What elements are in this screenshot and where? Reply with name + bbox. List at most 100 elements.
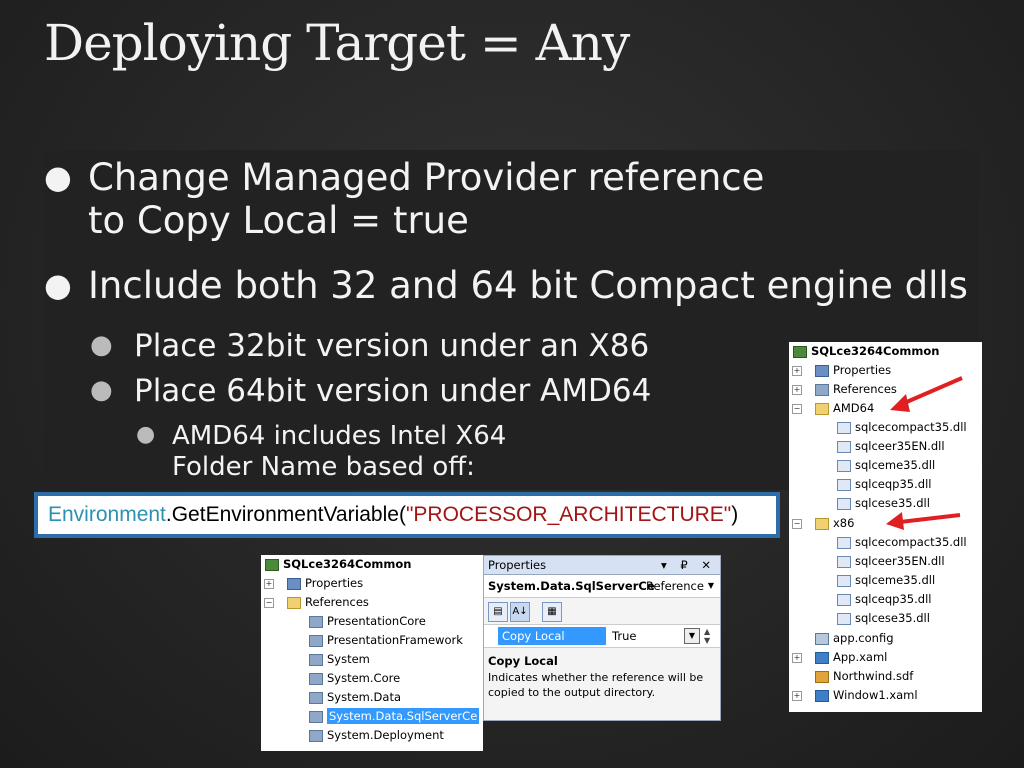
dll-icon — [837, 459, 851, 472]
sub-sub-bullet: ● AMD64 includes Intel X64 Folder Name b… — [136, 421, 507, 483]
tree-folder-x86[interactable]: x86 — [815, 514, 854, 533]
sub-bullet-text: Place 32bit version under an X86 — [134, 328, 650, 364]
properties-icon — [287, 577, 301, 590]
folder-icon — [815, 402, 829, 415]
csharp-project-icon — [793, 345, 807, 358]
tree-item[interactable]: Northwind.sdf — [815, 667, 913, 686]
properties-window: Properties ▾ ₽ ✕ System.Data.SqlServerCe… — [483, 555, 721, 721]
config-file-icon — [815, 632, 829, 645]
sub-sub-bullet-line1: AMD64 includes Intel X64 — [172, 421, 507, 451]
reference-icon — [309, 615, 323, 628]
object-selector[interactable]: System.Data.SqlServerCe Reference ▼ — [484, 575, 720, 598]
properties-icon — [815, 364, 829, 377]
bullet-text-line2: to Copy Local = true — [88, 199, 469, 242]
reference-icon — [309, 672, 323, 685]
sub-bullet-x86: ● Place 32bit version under an X86 — [90, 328, 650, 364]
collapse-icon[interactable]: − — [792, 519, 802, 529]
tree-item[interactable]: Properties — [287, 574, 363, 593]
bullet-dot-icon: ● — [136, 422, 156, 447]
tree-item[interactable]: System.Data — [309, 688, 401, 707]
bullet-include-dlls: ● Include both 32 and 64 bit Compact eng… — [44, 264, 968, 307]
tree-item[interactable]: System.Core — [309, 669, 400, 688]
code-snippet: Environment.GetEnvironmentVariable("PROC… — [34, 492, 780, 538]
dll-icon — [837, 478, 851, 491]
bullet-dot-icon: ● — [90, 375, 113, 405]
property-name: Copy Local — [498, 627, 606, 645]
scroll-arrows-icon[interactable]: ▲ ▼ — [704, 627, 710, 645]
bullet-text-line1: Change Managed Provider reference — [88, 156, 765, 199]
code-class: Environment — [48, 503, 166, 526]
bullet-dot-icon: ● — [90, 330, 113, 360]
tree-item[interactable]: PresentationFramework — [309, 631, 463, 650]
reference-icon — [309, 691, 323, 704]
window-controls[interactable]: ▾ ₽ ✕ — [661, 556, 716, 574]
dll-icon — [837, 421, 851, 434]
description-title: Copy Local — [488, 654, 558, 668]
property-value: True — [612, 629, 637, 643]
xaml-file-icon — [815, 651, 829, 664]
database-icon — [815, 670, 829, 683]
dll-icon — [837, 440, 851, 453]
dropdown-icon[interactable]: ▼ — [684, 628, 700, 644]
red-arrow-icon — [886, 512, 961, 530]
tree-item[interactable]: PresentationCore — [309, 612, 426, 631]
properties-title-bar: Properties ▾ ₽ ✕ — [484, 556, 720, 575]
tree-item[interactable]: System.Deployment — [309, 726, 444, 745]
dll-icon — [837, 574, 851, 587]
xaml-file-icon — [815, 689, 829, 702]
reference-icon — [309, 729, 323, 742]
tree-item[interactable]: app.config — [815, 629, 894, 648]
folder-icon — [287, 596, 301, 609]
tree-project[interactable]: SQLce3264Common — [265, 555, 411, 574]
tree-item[interactable]: sqlcecompact35.dll — [837, 533, 967, 552]
chevron-down-icon: ▼ — [707, 581, 714, 590]
slide-title: Deploying Target = Any — [44, 14, 630, 72]
expand-icon[interactable]: + — [792, 691, 802, 701]
code-string: "PROCESSOR_ARCHITECTURE" — [405, 503, 732, 526]
tree-folder-amd64[interactable]: AMD64 — [815, 399, 874, 418]
sub-bullet-amd64: ● Place 64bit version under AMD64 — [90, 373, 652, 409]
expand-icon[interactable]: + — [792, 366, 802, 376]
alphabetical-icon[interactable]: A↓ — [510, 602, 530, 622]
bullet-copy-local: ● Change Managed Provider reference to C… — [44, 156, 765, 242]
property-row-copy-local[interactable]: Copy Local True ▼ ▲ ▼ — [484, 625, 720, 648]
expand-icon[interactable]: + — [792, 385, 802, 395]
tree-item[interactable]: sqlceer35EN.dll — [837, 552, 945, 571]
tree-item[interactable]: sqlceqp35.dll — [837, 590, 931, 609]
tree-item[interactable]: sqlceme35.dll — [837, 571, 935, 590]
reference-icon — [309, 710, 323, 723]
references-icon — [815, 383, 829, 396]
csharp-project-icon — [265, 558, 279, 571]
tree-item-selected[interactable]: System.Data.SqlServerCe — [309, 707, 480, 726]
solution-explorer-left: SQLce3264Common + Properties − Reference… — [261, 555, 483, 751]
bullet-text: Include both 32 and 64 bit Compact engin… — [88, 264, 968, 307]
collapse-icon[interactable]: − — [792, 404, 802, 414]
categorized-icon[interactable]: ▤ — [488, 602, 508, 622]
code-method: .GetEnvironmentVariable( — [165, 503, 406, 526]
bullet-dot-icon: ● — [44, 158, 72, 196]
expand-icon[interactable]: + — [792, 653, 802, 663]
tree-item[interactable]: App.xaml — [815, 648, 887, 667]
property-pages-icon[interactable]: ▦ — [542, 602, 562, 622]
red-arrow-icon — [890, 376, 963, 412]
tree-item[interactable]: System — [309, 650, 370, 669]
collapse-icon[interactable]: − — [264, 598, 274, 608]
sub-sub-bullet-line2: Folder Name based off: — [172, 452, 475, 482]
dll-icon — [837, 612, 851, 625]
dll-icon — [837, 536, 851, 549]
tree-item[interactable]: Window1.xaml — [815, 686, 918, 705]
tree-project[interactable]: SQLce3264Common — [793, 342, 939, 361]
dll-icon — [837, 497, 851, 510]
arrows-overlay — [886, 376, 963, 530]
properties-toolbar: ▤ A↓ ▦ — [484, 598, 720, 625]
code-close: ) — [731, 503, 739, 526]
tree-item[interactable]: sqlcese35.dll — [837, 609, 930, 628]
bullet-dot-icon: ● — [44, 266, 72, 304]
reference-icon — [309, 653, 323, 666]
reference-icon — [309, 634, 323, 647]
sub-bullet-text: Place 64bit version under AMD64 — [134, 373, 652, 409]
tree-folder-references[interactable]: References — [287, 593, 369, 612]
expand-icon[interactable]: + — [264, 579, 274, 589]
dll-icon — [837, 593, 851, 606]
dll-icon — [837, 555, 851, 568]
